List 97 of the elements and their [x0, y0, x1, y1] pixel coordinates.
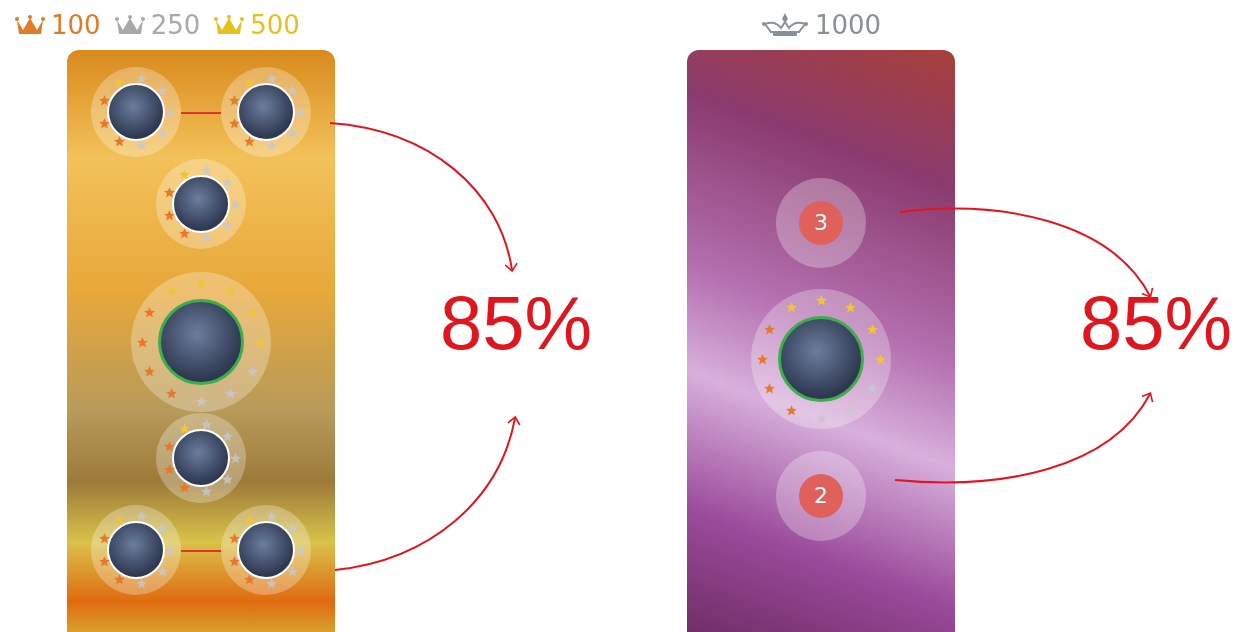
- crown-icon: [760, 12, 809, 38]
- star-icon: [873, 352, 887, 366]
- star-icon: [285, 565, 299, 579]
- percentage-text: 85%: [440, 285, 593, 361]
- star-icon: [97, 531, 111, 545]
- star-icon: [227, 93, 241, 107]
- star-icon: [293, 543, 307, 557]
- star-icon: [112, 134, 126, 148]
- star-icon: [162, 209, 176, 223]
- star-icon: [814, 293, 828, 307]
- tier-label: 250: [150, 10, 201, 40]
- star-icon: [200, 230, 214, 244]
- star-icon: [177, 422, 191, 436]
- star-icon: [227, 555, 241, 569]
- star-icon: [177, 226, 191, 240]
- star-icon: [177, 168, 191, 182]
- star-icon: [97, 93, 111, 107]
- star-icon: [194, 394, 208, 408]
- star-icon: [200, 484, 214, 498]
- tier-label: 100: [51, 10, 101, 40]
- star-icon: [200, 164, 214, 177]
- star-icon: [755, 352, 769, 366]
- star-icon: [227, 531, 241, 545]
- star-icon: [763, 382, 777, 395]
- star-icon: [242, 134, 256, 148]
- star-icon: [242, 76, 256, 90]
- star-icon: [155, 565, 169, 579]
- star-icon: [177, 480, 191, 494]
- star-icon: [265, 138, 279, 152]
- star-icon: [97, 117, 111, 131]
- star-icon: [224, 284, 237, 298]
- star-icon: [285, 521, 299, 535]
- star-icon: [162, 185, 176, 199]
- star-icon: [228, 451, 242, 465]
- avatar-placeholder: [172, 175, 230, 233]
- avatar-placeholder: [107, 83, 165, 141]
- star-icon: [220, 429, 234, 443]
- star-icon: [220, 473, 234, 487]
- star-icon: [200, 418, 214, 431]
- avatar-placeholder: [107, 521, 165, 579]
- count-badge: 3: [799, 200, 843, 245]
- star-icon: [265, 576, 279, 590]
- star-icon: [155, 83, 169, 97]
- star-icon: [245, 306, 259, 319]
- star-icon: [112, 514, 126, 528]
- star-icon: [112, 76, 126, 90]
- star-icon: [844, 403, 857, 417]
- star-icon: [162, 439, 176, 453]
- star-icon: [143, 365, 157, 378]
- star-icon: [242, 514, 256, 528]
- star-icon: [265, 510, 279, 523]
- star-icon: [785, 403, 798, 417]
- star-icon: [285, 83, 299, 97]
- avatar-placeholder: [237, 521, 295, 579]
- crown-icon: [15, 14, 45, 36]
- star-icon: [865, 382, 879, 395]
- star-icon: [265, 72, 279, 85]
- star-icon: [285, 127, 299, 141]
- star-icon: [155, 521, 169, 535]
- star-icon: [163, 543, 177, 557]
- star-icon: [135, 72, 149, 85]
- star-icon: [155, 127, 169, 141]
- star-icon: [135, 335, 149, 349]
- star-icon: [165, 284, 178, 298]
- star-icon: [763, 323, 777, 336]
- star-icon: [165, 386, 178, 400]
- avatar-placeholder: [237, 83, 295, 141]
- star-icon: [112, 572, 126, 586]
- star-icon: [865, 323, 879, 336]
- star-icon: [293, 105, 307, 119]
- star-icon: [162, 463, 176, 477]
- tier-label: 1000: [814, 10, 882, 40]
- star-icon: [163, 105, 177, 119]
- star-icon: [224, 386, 237, 400]
- avatar-placeholder: [172, 429, 230, 487]
- star-icon: [220, 175, 234, 189]
- crown-icon: [214, 14, 245, 36]
- star-icon: [194, 276, 208, 290]
- star-icon: [97, 555, 111, 569]
- star-icon: [844, 301, 857, 315]
- star-icon: [245, 365, 259, 378]
- star-icon: [220, 219, 234, 233]
- star-icon: [135, 138, 149, 152]
- star-icon: [135, 510, 149, 523]
- star-icon: [135, 576, 149, 590]
- star-icon: [785, 301, 798, 315]
- star-icon: [253, 335, 267, 349]
- star-icon: [242, 572, 256, 586]
- count-badge: 2: [799, 473, 843, 518]
- percentage-text: 85%: [1080, 285, 1233, 361]
- link-line: [181, 112, 221, 114]
- star-icon: [228, 197, 242, 211]
- star-icon: [143, 306, 157, 319]
- star-icon: [227, 117, 241, 131]
- link-line: [181, 550, 221, 552]
- crown-icon: [114, 14, 145, 36]
- tier-label: 500: [250, 10, 300, 40]
